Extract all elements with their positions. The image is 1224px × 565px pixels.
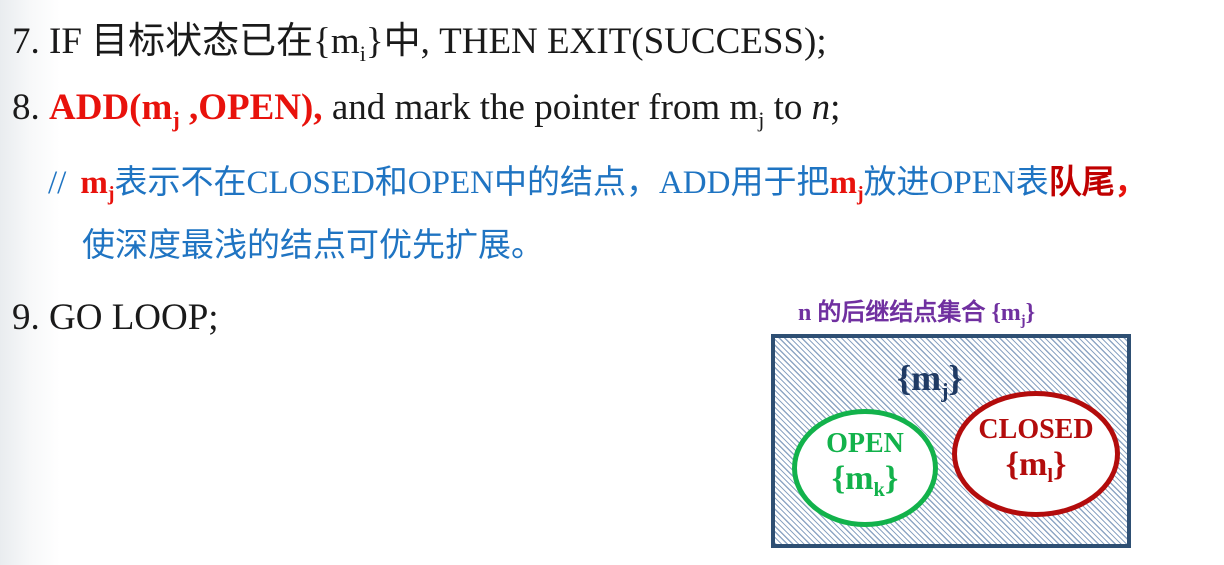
comment-line-2: 使深度最浅的结点可优先扩展。 xyxy=(82,228,544,264)
comment-m: m xyxy=(80,165,108,201)
open-set-sub: k xyxy=(873,479,885,502)
closed-set-ellipse: CLOSED {ml} xyxy=(952,391,1120,517)
comment-m2-sub: j xyxy=(856,182,864,205)
caption-prefix: n 的后继结点集合 {m xyxy=(798,300,1021,326)
step-8-end: ; xyxy=(830,87,841,128)
open-set-suffix: } xyxy=(884,460,899,497)
successor-set-label: {mj} xyxy=(897,358,963,401)
open-set-label: {mk} xyxy=(797,460,933,502)
comment-line-1: //mj表示不在CLOSED和OPEN中的结点，ADD用于把mj放进OPEN表队… xyxy=(48,163,1148,204)
step-8-text-b: to xyxy=(764,87,812,128)
step-8-n: n xyxy=(811,87,831,128)
set-suffix: } xyxy=(948,358,963,398)
comment-highlight: 队尾 xyxy=(1048,165,1115,201)
closed-set-suffix: } xyxy=(1053,446,1067,483)
closed-set-prefix: {m xyxy=(1005,446,1048,483)
add-call-suffix: ,OPEN), xyxy=(179,87,323,128)
caption-suffix: } xyxy=(1025,300,1036,326)
step-8-number: 8. xyxy=(12,87,49,128)
comment-part2: 放进OPEN表 xyxy=(863,165,1049,201)
step-8-line: 8. ADD(mj ,OPEN), and mark the pointer f… xyxy=(12,86,840,130)
comment-slashes: // xyxy=(48,165,67,201)
comment-part1: 表示不在CLOSED和OPEN中的结点，ADD用于把 xyxy=(114,165,830,201)
step-7-suffix: }中, THEN EXIT(SUCCESS); xyxy=(365,21,827,62)
step-7-prefix: 7. IF 目标状态已在{m xyxy=(12,21,360,62)
successor-set-box: {mj} OPEN {mk} CLOSED {ml} xyxy=(771,334,1131,548)
comment-mj: mj xyxy=(80,165,114,204)
open-set-prefix: {m xyxy=(831,460,874,497)
step-7-line: 7. IF 目标状态已在{mi}中, THEN EXIT(SUCCESS); xyxy=(12,20,827,64)
comment-trail: ， xyxy=(1114,165,1148,201)
step-8-text-a: and mark the pointer from m xyxy=(322,87,759,128)
add-call-prefix: ADD(m xyxy=(49,87,173,128)
comment-mj-2: mj xyxy=(829,165,863,204)
closed-title: CLOSED xyxy=(978,414,1094,445)
open-set-ellipse: OPEN {mk} xyxy=(792,409,938,527)
add-call-sub: j xyxy=(172,106,180,132)
set-prefix: {m xyxy=(897,358,942,398)
comment-m2: m xyxy=(829,165,857,201)
closed-set-label: {ml} xyxy=(957,446,1115,486)
open-title: OPEN xyxy=(826,428,904,459)
diagram-caption: n 的后继结点集合 {mj} xyxy=(798,298,1035,328)
step-9-line: 9. GO LOOP; xyxy=(12,297,219,338)
add-open-call: ADD(mj ,OPEN), xyxy=(49,87,323,130)
